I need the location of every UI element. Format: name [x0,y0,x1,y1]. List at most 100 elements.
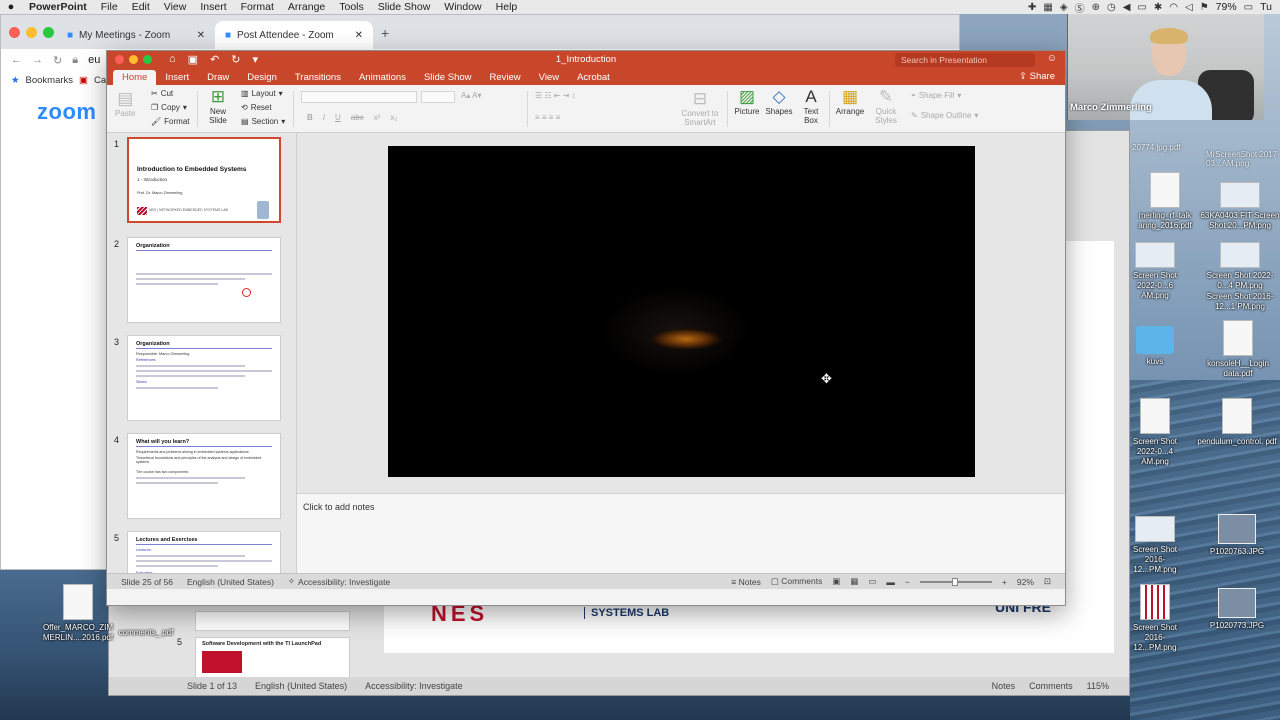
accessibility-status[interactable]: Accessibility: Investigate [365,681,463,691]
menu-tools[interactable]: Tools [332,1,371,13]
menu-edit[interactable]: Edit [125,1,157,13]
slide-thumbnail-4[interactable]: What will you learn? Requirements and pr… [127,433,281,519]
bullets-button[interactable]: ☰ ☷ ⇤ ⇥ ↕ [535,91,576,100]
share-button[interactable]: ⇪ Share [1019,71,1055,82]
time-machine-icon[interactable]: ◷ [1107,2,1116,13]
tab-slide-show[interactable]: Slide Show [415,70,481,85]
desktop-file-pdf[interactable]: Offer_MARCO_ZIM MERLIN....2016.pdf [36,584,120,643]
zoom-slider-thumb[interactable] [951,577,958,586]
slideshow-view-icon[interactable]: ▬ [886,577,895,587]
thumbnail-partial[interactable] [195,611,350,631]
shape-fill-button[interactable]: ◓ Shape Fill ▾ [911,91,961,100]
menu-window[interactable]: Window [437,1,488,13]
align-left-button[interactable]: ≡ ≡ ≡ ≡ [535,113,560,122]
s-status-icon[interactable]: Ⓢ [1075,0,1085,15]
current-slide[interactable]: ✥ [388,146,975,477]
zoom-status-icon[interactable]: ✚ [1028,2,1036,13]
menu-file[interactable]: File [94,1,125,13]
tab-view[interactable]: View [530,70,568,85]
reload-icon[interactable]: ↻ [53,54,62,67]
bookmarks-label[interactable]: Bookmarks [26,75,74,86]
tab-insert[interactable]: Insert [156,70,198,85]
layout-button[interactable]: ▥ Layout ▾ [241,89,283,98]
slide-thumbnail-2[interactable]: Organization [127,237,281,323]
menu-help[interactable]: Help [489,1,525,13]
text-box-button[interactable]: A Text Box [799,87,823,125]
tab-home[interactable]: Home [113,70,157,85]
lock-status-icon[interactable]: ⊕ [1092,2,1100,13]
tab-review[interactable]: Review [481,70,530,85]
minimize-window-icon[interactable] [26,27,37,38]
new-slide-button[interactable]: ⊞ New Slide [203,87,233,125]
slide-thumbnail-1[interactable]: Introduction to Embedded Systems 1 - Int… [127,137,281,223]
desktop-file-label[interactable]: MrScreenShot 2017-03...AM.png [1206,150,1280,168]
desktop-file-image[interactable]: Screen Shot 2022-0...6 AM.png [1124,242,1186,301]
desktop-file-image[interactable]: Screen Shot 2022-0...4 AM.png [1126,398,1184,467]
forward-icon[interactable]: → [32,54,43,66]
desktop-file-image[interactable]: Screen Shot 2016-12...PM.png [1126,516,1184,575]
tab-draw[interactable]: Draw [198,70,238,85]
menu-view[interactable]: View [157,1,194,13]
desktop-file-image[interactable]: 63KA0403.FIT Screen Shot 20...PM.png [1200,182,1280,231]
flag-icon[interactable]: ⚑ [1200,2,1209,13]
language-indicator[interactable]: English (United States) [255,681,347,691]
wifi-icon[interactable]: ◠ [1169,2,1178,13]
zoom-level[interactable]: 115% [1087,681,1109,691]
slide-sorter-icon[interactable]: ▦ [850,576,858,587]
battery-percent[interactable]: 79% [1216,1,1237,13]
close-window-icon[interactable] [9,27,20,38]
bluetooth-icon[interactable]: ✱ [1154,2,1162,13]
chrome-tab-my-meetings[interactable]: ■ My Meetings - Zoom ✕ [57,21,215,49]
accessibility-status[interactable]: ✧ Accessibility: Investigate [288,576,390,587]
font-size-increase-button[interactable]: A▴ A▾ [461,91,481,100]
zoom-video-tile[interactable]: Marco Zimmerling [1067,0,1264,120]
bookmark-item[interactable]: Ca [94,75,106,86]
chrome-tab-post-attendee[interactable]: ■ Post Attendee - Zoom ✕ [215,21,373,49]
desktop-folder[interactable]: kuvs [1132,326,1178,367]
menu-format[interactable]: Format [234,1,281,13]
tab-design[interactable]: Design [238,70,286,85]
desktop-file-image[interactable]: P1020763.JPG [1204,514,1270,557]
notes-toggle[interactable]: ≡ Notes [731,577,761,587]
notes-placeholder[interactable]: Click to add notes [303,502,375,512]
url-field[interactable]: eu [88,54,100,66]
desktop-file-pdf[interactable]: konsoleH__Login data.pdf [1196,320,1280,379]
shapes-button[interactable]: ◇ Shapes [765,87,793,116]
close-tab-icon[interactable]: ✕ [355,30,363,41]
menu-insert[interactable]: Insert [193,1,233,13]
notes-toggle[interactable]: Notes [992,681,1016,691]
desktop-file-pdf[interactable]: pendulum_control. pdf [1194,398,1280,447]
menu-arrange[interactable]: Arrange [281,1,332,13]
grid-status-icon[interactable]: ▦ [1043,2,1052,13]
comments-toggle[interactable]: ▢ Comments [771,576,823,587]
desktop-file-pdf[interactable]: comments_ pdf [118,628,174,638]
new-tab-icon[interactable]: + [373,25,389,49]
section-button[interactable]: ▤ Section ▾ [241,117,285,126]
shape-outline-button[interactable]: ✎ Shape Outline ▾ [911,111,978,120]
fit-to-window-icon[interactable]: ⊡ [1044,576,1051,587]
normal-view-icon[interactable]: ▣ [832,576,840,587]
desktop-file-image[interactable]: P1020773.JPG [1204,588,1270,631]
desktop-file-image[interactable]: Screen Shot 2016-12...1 PM.png [1200,292,1280,312]
maximize-window-icon[interactable] [43,27,54,38]
convert-smartart-button[interactable]: ⊟ Convert to SmartArt [677,89,723,127]
desktop-file-label[interactable]: 20774.jpg.pdf [1132,143,1181,152]
menu-slide-show[interactable]: Slide Show [371,1,438,13]
reading-view-icon[interactable]: ▭ [868,576,876,587]
bold-button[interactable]: B I Uabc x² x₂ [307,113,397,122]
apple-menu-icon[interactable]: ● [0,1,22,13]
cut-button[interactable]: ✂ Cut [151,89,173,98]
font-name-dropdown[interactable] [301,91,417,103]
copy-button[interactable]: ❐ Copy ▾ [151,103,187,112]
comments-toggle[interactable]: Comments [1029,681,1073,691]
paste-button[interactable]: ▤ Paste [115,89,135,118]
format-painter-button[interactable]: 🖌︎ Format [151,117,190,126]
back-icon[interactable]: ← [11,54,22,66]
sound-icon[interactable]: ◁ [1185,2,1193,13]
shield-status-icon[interactable]: ◈ [1060,2,1068,13]
close-tab-icon[interactable]: ✕ [197,30,205,41]
desktop-file-pdf[interactable]: merling_rf_talk aring_2016.pdf [1130,172,1200,231]
tab-animations[interactable]: Animations [350,70,415,85]
menu-app-name[interactable]: PowerPoint [22,1,94,13]
zoom-logo[interactable]: zoom [37,99,96,125]
